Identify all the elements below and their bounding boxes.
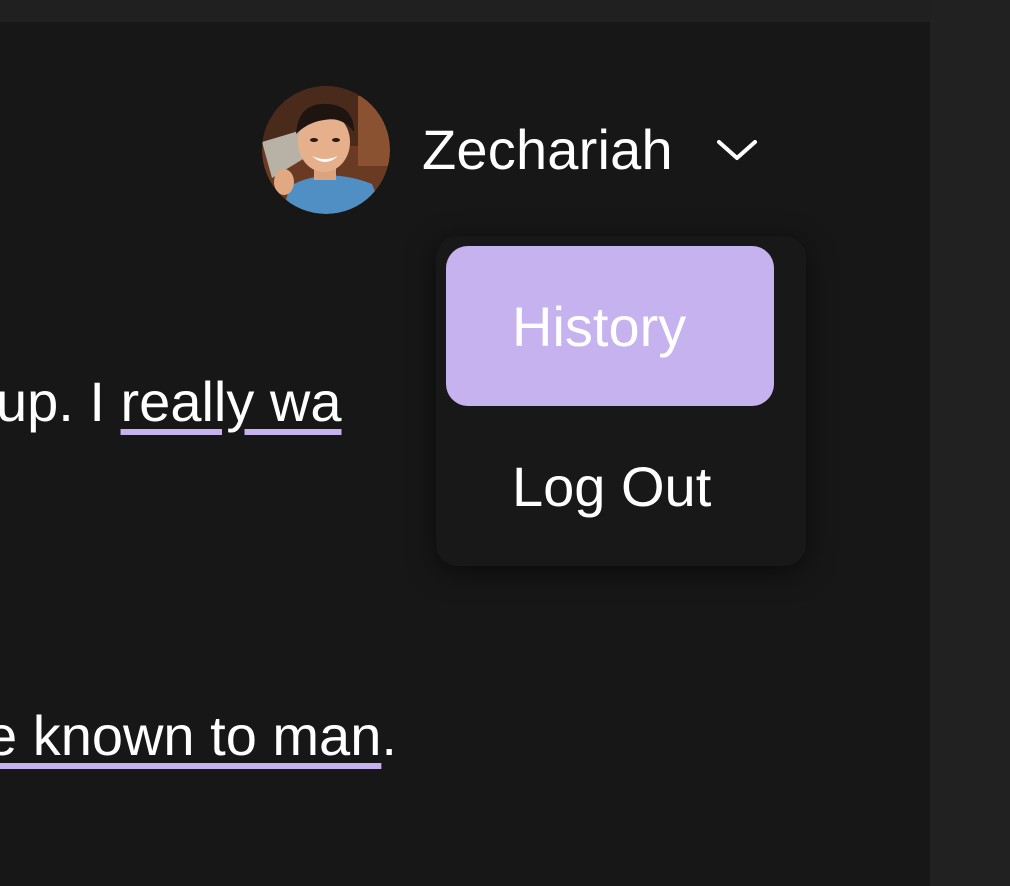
user-avatar[interactable] xyxy=(262,86,390,214)
highlighted-phrase[interactable]: really wa xyxy=(121,370,342,433)
body-text-plain: up. I xyxy=(0,370,121,433)
body-text-line: up. I really wa xyxy=(0,374,342,430)
right-gutter xyxy=(930,0,1010,886)
user-dropdown-menu: History Log Out xyxy=(436,236,806,566)
chevron-down-icon[interactable] xyxy=(715,136,759,164)
menu-item-log-out[interactable]: Log Out xyxy=(446,406,774,566)
highlighted-phrase[interactable]: e known to man xyxy=(0,704,381,767)
user-menu-trigger[interactable]: Zechariah xyxy=(262,86,759,214)
body-text-plain: . xyxy=(381,704,397,767)
body-text-line: e known to man. xyxy=(0,708,397,764)
user-name[interactable]: Zechariah xyxy=(422,122,673,178)
menu-item-history[interactable]: History xyxy=(446,246,774,406)
top-strip xyxy=(0,0,930,22)
